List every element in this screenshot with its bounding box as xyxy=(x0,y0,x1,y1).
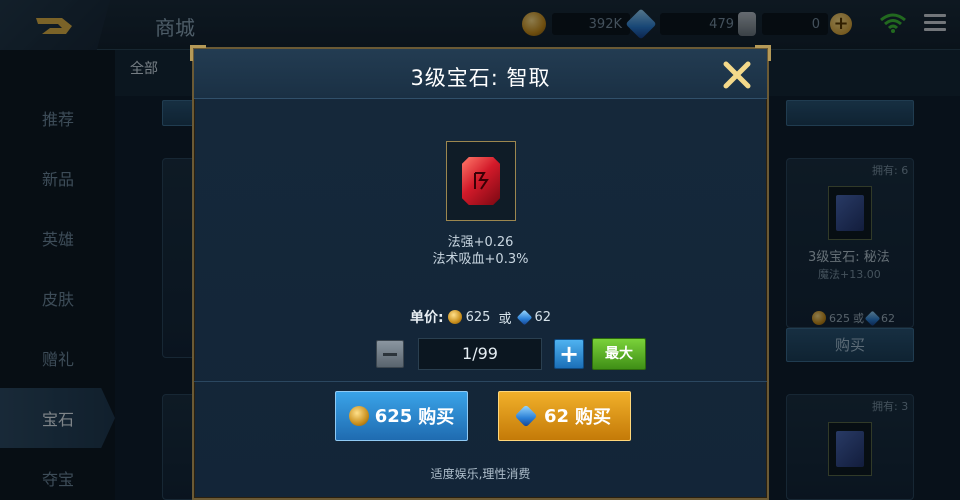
unit-price: 单价: 625 或 62 xyxy=(194,307,767,327)
spending-notice: 适度娱乐,理性消费 xyxy=(430,467,531,481)
buy-diamond-label: 购买 xyxy=(575,407,612,428)
diamond-icon xyxy=(514,404,538,428)
max-quantity-button[interactable]: 最大 xyxy=(592,338,646,370)
decrease-quantity-button[interactable] xyxy=(376,340,404,368)
unit-price-gold: 625 xyxy=(465,309,491,325)
quantity-input[interactable]: 1/99 xyxy=(418,338,542,370)
minus-icon xyxy=(383,352,397,356)
gem-rune-icon xyxy=(474,172,489,190)
buy-gold-label: 购买 xyxy=(418,407,455,428)
gold-coin-icon xyxy=(348,406,369,426)
red-gem-icon xyxy=(462,157,500,205)
purchase-dialog: 3级宝石: 智取 法强+0.26 法术吸血+0.3% 单价: 625 或 62 … xyxy=(190,45,771,500)
unit-price-diamond: 62 xyxy=(534,309,551,325)
diamond-icon xyxy=(517,309,533,325)
buy-with-gold-button[interactable]: 625 购买 xyxy=(335,391,468,441)
buy-gold-amount: 625 xyxy=(374,405,413,427)
unit-price-label: 单价: xyxy=(410,310,444,326)
unit-price-or: 或 xyxy=(498,311,512,327)
close-icon[interactable] xyxy=(722,60,752,90)
item-stat-spell-vamp: 法术吸血+0.3% xyxy=(432,252,529,267)
dialog-title: 3级宝石: 智取 xyxy=(410,66,551,90)
gold-coin-icon xyxy=(447,310,462,324)
increase-quantity-button[interactable]: + xyxy=(554,339,584,369)
dialog-header: 3级宝石: 智取 xyxy=(194,49,767,99)
buy-with-diamond-button[interactable]: 62 购买 xyxy=(498,391,631,441)
dialog-divider xyxy=(194,381,767,382)
item-image-frame xyxy=(446,141,516,221)
buy-diamond-amount: 62 xyxy=(543,405,570,427)
